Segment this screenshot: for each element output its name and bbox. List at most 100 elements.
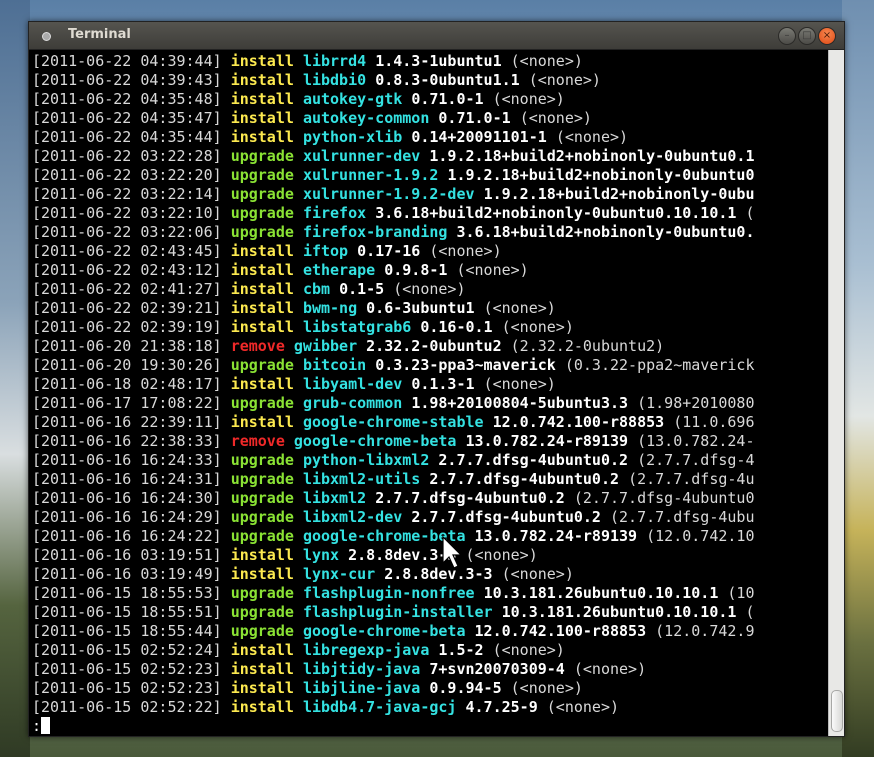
log-old-version: (13.0.782.24- [637, 432, 755, 450]
log-action: install [230, 128, 294, 146]
log-line: [2011-06-16 22:38:33] remove google-chro… [32, 432, 829, 451]
log-package: gwibber [293, 337, 358, 355]
log-package: python-xlib [302, 128, 403, 146]
log-timestamp: [2011-06-18 02:48:17] [32, 375, 222, 393]
log-line: [2011-06-16 16:24:22] upgrade google-chr… [32, 527, 829, 546]
log-version: 2.32.2-0ubuntu2 [366, 337, 502, 355]
log-timestamp: [2011-06-22 02:43:45] [32, 242, 222, 260]
maximize-button[interactable]: □ [798, 27, 816, 45]
log-old-version: (<none>) [483, 299, 556, 317]
log-action: install [230, 109, 294, 127]
desktop-wallpaper-left [0, 0, 30, 757]
log-package: libdb4.7-java-gcj [302, 698, 457, 716]
minimize-button[interactable]: – [778, 27, 796, 45]
log-action: upgrade [230, 622, 294, 640]
log-line: [2011-06-22 03:22:10] upgrade firefox 3.… [32, 204, 829, 223]
log-version: 0.16-0.1 [420, 318, 493, 336]
log-package: libregexp-java [302, 641, 430, 659]
log-timestamp: [2011-06-22 04:35:47] [32, 109, 222, 127]
log-old-version: (10 [727, 584, 755, 602]
log-line: [2011-06-17 17:08:22] upgrade grub-commo… [32, 394, 829, 413]
log-version: 0.17-16 [357, 242, 421, 260]
log-package: autokey-common [302, 109, 430, 127]
log-timestamp: [2011-06-16 03:19:51] [32, 546, 222, 564]
log-action: remove [230, 337, 285, 355]
log-timestamp: [2011-06-16 16:24:33] [32, 451, 222, 469]
log-line: [2011-06-22 03:22:28] upgrade xulrunner-… [32, 147, 829, 166]
log-action: upgrade [230, 489, 294, 507]
log-action: install [230, 375, 294, 393]
log-action: upgrade [230, 394, 294, 412]
pager-prompt: : [32, 717, 42, 735]
log-version: 0.6-3ubuntu1 [366, 299, 475, 317]
log-action: upgrade [230, 527, 294, 545]
log-action: install [230, 413, 294, 431]
log-version: 3.6.18+build2+nobinonly-0ubuntu0.10.10.1 [375, 204, 737, 222]
log-action: upgrade [230, 508, 294, 526]
scrollbar-thumb[interactable] [831, 690, 843, 732]
log-version: 7+svn20070309-4 [429, 660, 565, 678]
log-line: [2011-06-15 02:52:23] install libjtidy-j… [32, 660, 829, 679]
log-package: firefox-branding [302, 223, 448, 241]
log-version: 0.8.3-0ubuntu1.1 [375, 71, 520, 89]
log-timestamp: [2011-06-15 02:52:23] [32, 679, 222, 697]
log-action: install [230, 698, 294, 716]
log-old-version: (<none>) [546, 698, 620, 716]
log-old-version: (<none>) [483, 375, 556, 393]
window-titlebar[interactable]: Terminal – □ × [29, 22, 844, 50]
log-timestamp: [2011-06-16 16:24:31] [32, 470, 222, 488]
log-package: xulrunner-1.9.2-dev [302, 185, 475, 203]
log-line: [2011-06-22 03:22:06] upgrade firefox-br… [32, 223, 829, 242]
log-old-version: (<none>) [492, 90, 565, 108]
log-line: [2011-06-16 22:39:11] install google-chr… [32, 413, 829, 432]
log-version: 0.14+20091101-1 [411, 128, 547, 146]
log-timestamp: [2011-06-22 02:41:27] [32, 280, 222, 298]
log-action: upgrade [230, 166, 294, 184]
log-action: install [230, 261, 294, 279]
log-package: libyaml-dev [302, 375, 403, 393]
log-version: 0.1-5 [339, 280, 385, 298]
desktop-wallpaper-right [842, 0, 874, 757]
log-action: upgrade [230, 451, 294, 469]
log-version: 0.71.0-1 [438, 109, 511, 127]
log-version: 0.3.23-ppa3~maverick [375, 356, 556, 374]
log-version: 1.9.2.18+build2+nobinonly-0ubuntu0 [447, 166, 755, 184]
log-timestamp: [2011-06-22 04:39:44] [32, 52, 222, 70]
log-version: 2.7.7.dfsg-4ubuntu0.2 [375, 489, 565, 507]
terminal-scrollbar[interactable] [828, 50, 844, 736]
log-version: 13.0.782.24-r89139 [474, 527, 638, 545]
log-line: [2011-06-22 04:39:44] install librrd4 1.… [32, 52, 829, 71]
log-package: libxml2-utils [302, 470, 421, 488]
close-button[interactable]: × [818, 27, 836, 45]
log-timestamp: [2011-06-16 16:24:29] [32, 508, 222, 526]
log-timestamp: [2011-06-16 22:38:33] [32, 432, 222, 450]
log-old-version: (0.3.22-ppa2~maverick [564, 356, 755, 374]
log-old-version: (2.7.7.dfsg-4ubuntu0 [573, 489, 755, 507]
log-timestamp: [2011-06-22 02:39:19] [32, 318, 222, 336]
log-old-version: (12.0.742.9 [655, 622, 755, 640]
log-timestamp: [2011-06-22 03:22:14] [32, 185, 222, 203]
log-timestamp: [2011-06-17 17:08:22] [32, 394, 222, 412]
log-timestamp: [2011-06-22 02:39:21] [32, 299, 222, 317]
log-action: upgrade [230, 603, 294, 621]
log-package: libdbi0 [302, 71, 367, 89]
log-version: 0.9.8-1 [384, 261, 448, 279]
log-line: [2011-06-22 02:41:27] install cbm 0.1-5 … [32, 280, 829, 299]
terminal-output[interactable]: [2011-06-22 04:39:44] install librrd4 1.… [29, 50, 829, 736]
log-package: libjline-java [302, 679, 421, 697]
log-package: lynx-cur [302, 565, 376, 583]
mouse-pointer-icon [442, 536, 462, 569]
log-version: 1.9.2.18+build2+nobinonly-0ubu [483, 185, 755, 203]
log-action: install [230, 71, 294, 89]
log-action: install [230, 299, 294, 317]
log-action: install [230, 52, 294, 70]
log-package: google-chrome-stable [302, 413, 484, 431]
prompt-line[interactable]: : [32, 717, 829, 736]
log-timestamp: [2011-06-16 03:19:49] [32, 565, 222, 583]
log-line: [2011-06-15 18:55:51] upgrade flashplugi… [32, 603, 829, 622]
log-package: libstatgrab6 [302, 318, 412, 336]
log-line: [2011-06-20 21:38:18] remove gwibber 2.3… [32, 337, 829, 356]
log-old-version: (1.98+2010080 [637, 394, 755, 412]
log-version: 0.1.3-1 [411, 375, 475, 393]
log-action: install [230, 641, 294, 659]
